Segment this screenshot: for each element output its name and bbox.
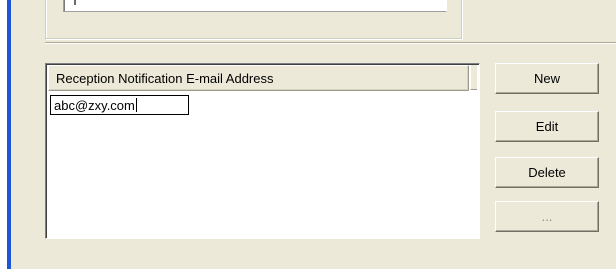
- text-caret: [135, 98, 137, 112]
- email-address-list[interactable]: Reception Notification E-mail Address ab…: [45, 63, 480, 239]
- section-separator: [45, 42, 616, 44]
- upper-field-tick-icon: [74, 0, 76, 5]
- settings-panel: Reception Notification E-mail Address ab…: [11, 0, 616, 269]
- left-margin: [0, 0, 7, 269]
- new-button[interactable]: New: [495, 63, 599, 94]
- email-edit-wrapper: abc@zxy.com: [54, 98, 137, 113]
- list-column-header[interactable]: Reception Notification E-mail Address: [48, 65, 469, 91]
- email-edit-value: abc@zxy.com: [54, 98, 135, 113]
- upper-text-field[interactable]: [63, 0, 447, 12]
- edit-button[interactable]: Edit: [495, 111, 599, 142]
- list-header-filler: [470, 65, 477, 90]
- more-button[interactable]: ...: [495, 201, 599, 232]
- email-edit-field[interactable]: abc@zxy.com: [50, 95, 189, 115]
- upper-group-box: [45, 0, 463, 40]
- delete-button[interactable]: Delete: [495, 157, 599, 188]
- column-header-label: Reception Notification E-mail Address: [56, 71, 274, 86]
